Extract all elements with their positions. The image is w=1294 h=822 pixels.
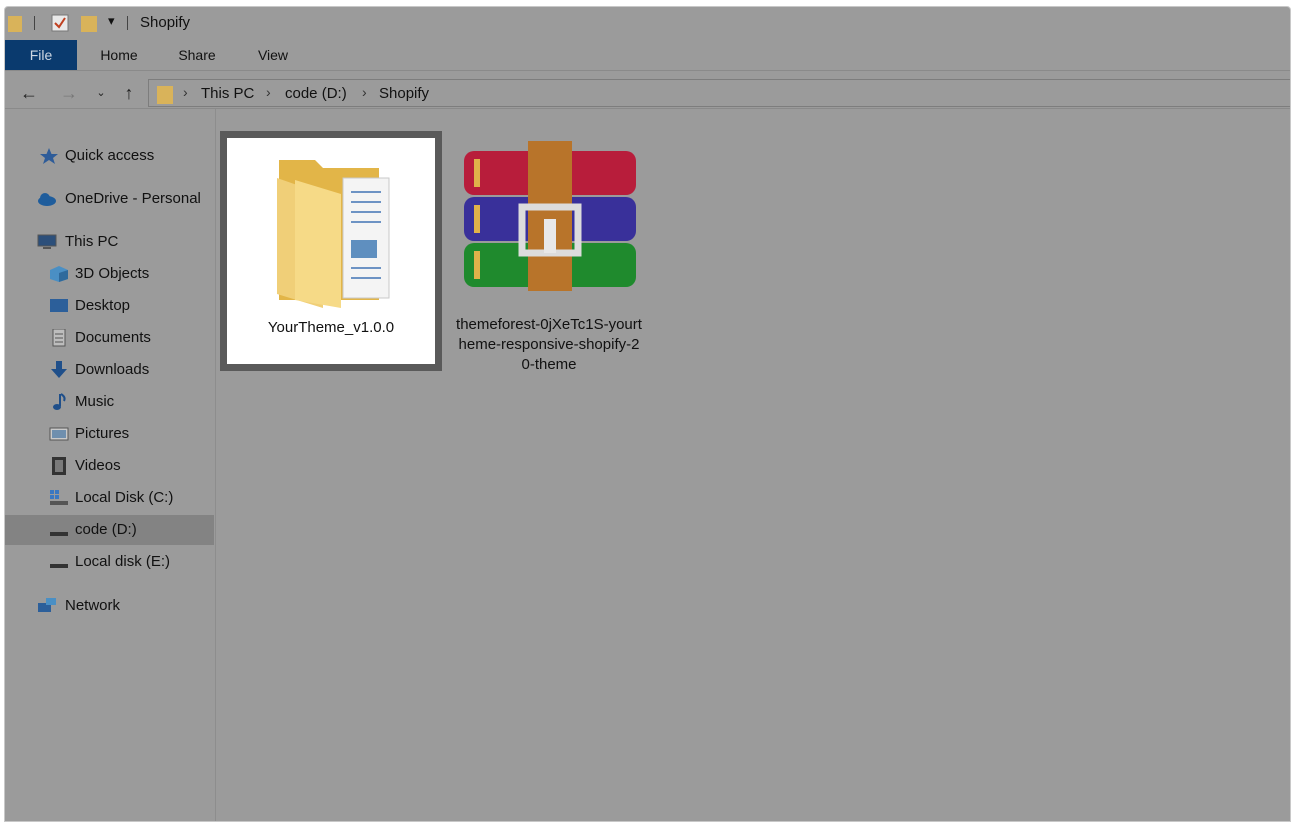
film-icon bbox=[52, 457, 66, 475]
sidebar-item-label: Local disk (E:) bbox=[75, 553, 171, 570]
title-separator bbox=[34, 16, 35, 30]
ribbon-tabs: File Home Share View bbox=[5, 40, 1290, 71]
sidebar-item-documents[interactable]: Documents bbox=[5, 323, 214, 353]
address-bar[interactable]: › This PC › code (D:) › Shopify bbox=[148, 79, 1290, 107]
new-folder-icon[interactable] bbox=[81, 14, 97, 32]
sidebar-item-videos[interactable]: Videos bbox=[5, 451, 214, 481]
sidebar-item-label: Local Disk (C:) bbox=[75, 489, 174, 506]
window-title: Shopify bbox=[140, 14, 191, 31]
tab-share[interactable]: Share bbox=[165, 40, 229, 70]
forward-arrow-icon[interactable]: → bbox=[57, 81, 81, 105]
navigation-pane: Quick access OneDrive - Personal This PC… bbox=[5, 109, 216, 821]
up-arrow-icon[interactable]: ↑ bbox=[117, 81, 141, 105]
document-icon bbox=[52, 329, 66, 347]
folder-icon bbox=[8, 16, 22, 32]
network-icon bbox=[38, 598, 56, 612]
drive-icon bbox=[50, 564, 68, 568]
music-note-icon bbox=[53, 393, 66, 410]
winrar-archive-icon bbox=[464, 141, 636, 291]
sidebar-item-this-pc[interactable]: This PC bbox=[5, 227, 214, 257]
sidebar-item-local-disk-e[interactable]: Local disk (E:) bbox=[5, 547, 214, 577]
sidebar-item-local-disk-c[interactable]: Local Disk (C:) bbox=[5, 483, 214, 513]
folder-icon bbox=[277, 160, 390, 308]
breadcrumb-chevron-icon[interactable]: › bbox=[362, 84, 367, 100]
file-item-archive[interactable]: themeforest-0jXeTc1S-yourtheme-responsiv… bbox=[455, 131, 643, 391]
file-item-folder[interactable]: YourTheme_v1.0.0 bbox=[220, 131, 442, 371]
windows-drive-icon bbox=[50, 490, 68, 505]
cube-icon bbox=[50, 266, 68, 282]
breadcrumb-chevron-icon[interactable]: › bbox=[266, 84, 271, 100]
picture-icon bbox=[49, 427, 69, 441]
title-separator bbox=[127, 16, 128, 30]
properties-icon[interactable] bbox=[51, 14, 69, 32]
sidebar-item-label: 3D Objects bbox=[75, 265, 150, 282]
file-name: YourTheme_v1.0.0 bbox=[267, 319, 395, 336]
sidebar-item-downloads[interactable]: Downloads bbox=[5, 355, 214, 385]
sidebar-item-code-d[interactable]: code (D:) bbox=[5, 515, 214, 545]
sidebar-item-label: Music bbox=[75, 393, 115, 410]
sidebar-item-label: This PC bbox=[65, 233, 119, 250]
breadcrumb-code-d[interactable]: code (D:) bbox=[285, 85, 347, 102]
sidebar-item-label: Network bbox=[65, 597, 121, 614]
title-bar: ▾ Shopify bbox=[5, 7, 1290, 39]
sidebar-item-label: Quick access bbox=[65, 147, 155, 164]
sidebar-item-3d-objects[interactable]: 3D Objects bbox=[5, 259, 214, 289]
sidebar-item-quick-access[interactable]: Quick access bbox=[5, 141, 214, 171]
sidebar-item-pictures[interactable]: Pictures bbox=[5, 419, 214, 449]
breadcrumb-this-pc[interactable]: This PC bbox=[201, 85, 254, 102]
sidebar-item-network[interactable]: Network bbox=[5, 591, 214, 621]
star-icon bbox=[40, 148, 58, 164]
sidebar-item-label: Desktop bbox=[75, 297, 131, 314]
explorer-window: ▾ Shopify File Home Share View ← → ⌄ ↑ ›… bbox=[4, 6, 1291, 822]
file-list: YourTheme_v1.0.0 themeforest-0jXeTc1S-yo… bbox=[217, 109, 1290, 821]
sidebar-item-desktop[interactable]: Desktop bbox=[5, 291, 214, 321]
sidebar-item-label: code (D:) bbox=[75, 521, 137, 538]
sidebar-item-label: Downloads bbox=[75, 361, 150, 378]
download-arrow-icon bbox=[51, 361, 67, 378]
recent-locations-chevron-icon[interactable]: ⌄ bbox=[89, 81, 113, 105]
file-name: themeforest-0jXeTc1S-yourtheme-responsiv… bbox=[456, 316, 642, 373]
breadcrumb-shopify[interactable]: Shopify bbox=[379, 85, 429, 102]
navigation-bar: ← → ⌄ ↑ › This PC › code (D:) › Shopify bbox=[5, 77, 1290, 109]
folder-icon bbox=[157, 86, 173, 104]
sidebar-item-label: Pictures bbox=[75, 425, 130, 442]
tab-file[interactable]: File bbox=[5, 40, 77, 70]
sidebar-item-music[interactable]: Music bbox=[5, 387, 214, 417]
cloud-icon bbox=[38, 193, 56, 206]
drive-icon bbox=[50, 532, 68, 536]
desktop-icon bbox=[50, 299, 68, 312]
computer-icon bbox=[37, 234, 57, 249]
back-arrow-icon[interactable]: ← bbox=[17, 81, 41, 105]
sidebar-item-label: Documents bbox=[75, 329, 151, 346]
tab-view[interactable]: View bbox=[241, 40, 305, 70]
sidebar-item-label: Videos bbox=[75, 457, 121, 474]
customize-toolbar-chevron-icon[interactable]: ▾ bbox=[108, 13, 115, 29]
breadcrumb-chevron-icon[interactable]: › bbox=[183, 84, 188, 100]
sidebar-item-label: OneDrive - Personal bbox=[65, 190, 201, 207]
tab-home[interactable]: Home bbox=[87, 40, 151, 70]
sidebar-item-onedrive[interactable]: OneDrive - Personal bbox=[5, 184, 214, 214]
